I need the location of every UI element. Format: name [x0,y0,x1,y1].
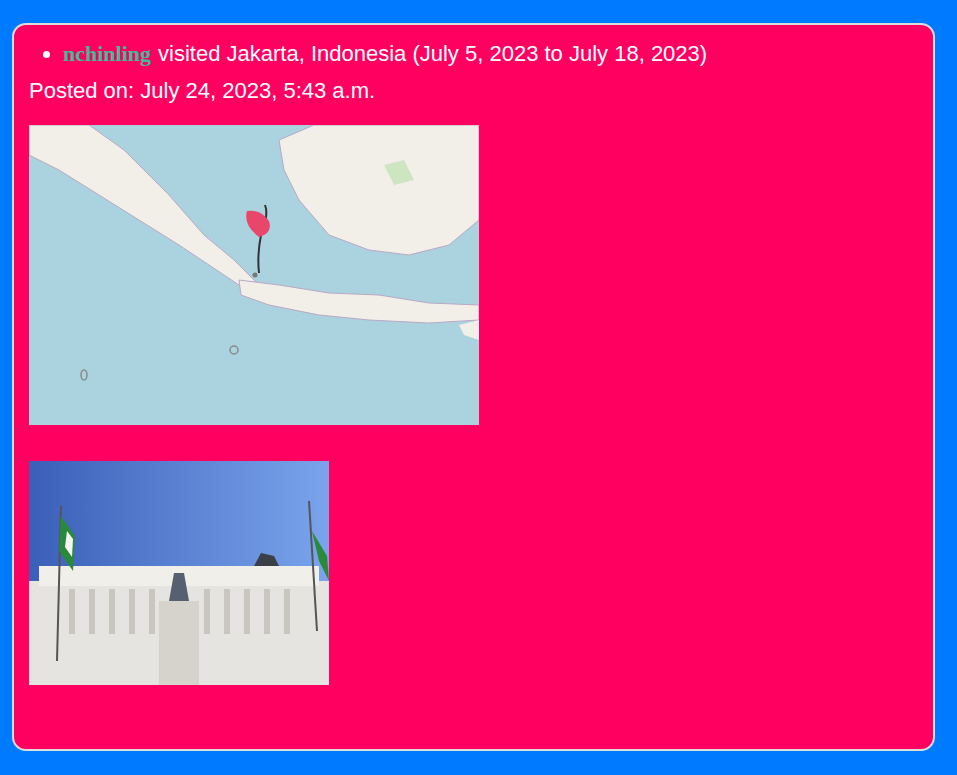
visit-entry: nchinling visited Jakarta, Indonesia (Jul… [63,39,917,69]
visit-summary: visited Jakarta, Indonesia (July 5, 2023… [158,41,707,66]
trip-photo [29,461,329,685]
visit-post: nchinling visited Jakarta, Indonesia (Jul… [12,23,935,751]
map-image [29,125,479,425]
username-link[interactable]: nchinling [63,41,151,66]
posted-date: Posted on: July 24, 2023, 5:43 a.m. [29,76,917,106]
